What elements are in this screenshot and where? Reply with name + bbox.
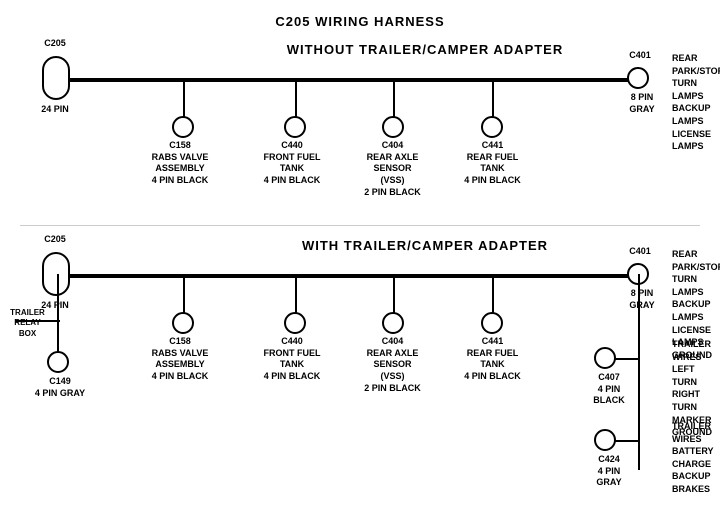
c404-stem-2 — [393, 275, 395, 313]
c407-h-stem — [615, 358, 639, 360]
c441-stem-1 — [492, 79, 494, 117]
c205-connector-1 — [42, 56, 70, 100]
c440-connector-2 — [284, 312, 306, 334]
c205-to-relay-v-stem — [57, 274, 59, 321]
c440-connector-1 — [284, 116, 306, 138]
trailer-relay-label: TRAILERRELAYBOX — [0, 308, 55, 339]
page-title: C205 WIRING HARNESS — [0, 6, 720, 29]
c404-connector-2 — [382, 312, 404, 334]
c407-label: C4074 PINBLACK — [589, 372, 629, 407]
bus-line-2 — [60, 274, 640, 278]
c424-h-stem — [615, 440, 639, 442]
c401-sublabel-2: 8 PINGRAY — [617, 288, 667, 311]
bus-line-1 — [60, 78, 640, 82]
c401-right-label-1: REAR PARK/STOPTURN LAMPSBACKUP LAMPSLICE… — [672, 52, 720, 153]
c149-connector — [47, 351, 69, 373]
c158-label-1: C158RABS VALVEASSEMBLY4 PIN BLACK — [150, 140, 210, 187]
c404-connector-1 — [382, 116, 404, 138]
c404-stem-1 — [393, 79, 395, 117]
c401-label-1: C401 — [620, 50, 660, 62]
c205-label-2: C205 — [30, 234, 80, 246]
c404-label-1: C404REAR AXLESENSOR(VSS)2 PIN BLACK — [360, 140, 425, 198]
c440-stem-1 — [295, 79, 297, 117]
c158-stem-2 — [183, 275, 185, 313]
c401-sublabel-1: 8 PINGRAY — [617, 92, 667, 115]
c441-connector-1 — [481, 116, 503, 138]
c440-label-2: C440FRONT FUELTANK4 PIN BLACK — [262, 336, 322, 383]
c440-label-1: C440FRONT FUELTANK4 PIN BLACK — [262, 140, 322, 187]
c205-sublabel-1: 24 PIN — [30, 104, 80, 116]
c149-v-stem — [57, 320, 59, 352]
c205-connector-2 — [42, 252, 70, 296]
c401-label-2: C401 — [620, 246, 660, 258]
diagram: C205 WIRING HARNESS WITHOUT TRAILER/CAMP… — [0, 0, 720, 500]
c158-connector-1 — [172, 116, 194, 138]
c404-label-2: C404REAR AXLESENSOR(VSS)2 PIN BLACK — [360, 336, 425, 394]
c424-label: C4244 PINGRAY — [589, 454, 629, 489]
c401-connector-1 — [627, 67, 649, 89]
c424-right-label: TRAILER WIRESBATTERY CHARGEBACKUPBRAKES — [672, 420, 720, 496]
c205-label-1: C205 — [30, 38, 80, 50]
c149-label: C1494 PIN GRAY — [30, 376, 90, 399]
c441-label-2: C441REAR FUELTANK4 PIN BLACK — [460, 336, 525, 383]
c158-label-2: C158RABS VALVEASSEMBLY4 PIN BLACK — [150, 336, 210, 383]
c424-connector — [594, 429, 616, 451]
c440-stem-2 — [295, 275, 297, 313]
c441-stem-2 — [492, 275, 494, 313]
c441-label-1: C441REAR FUELTANK4 PIN BLACK — [460, 140, 525, 187]
c441-connector-2 — [481, 312, 503, 334]
c158-stem-1 — [183, 79, 185, 117]
c158-connector-2 — [172, 312, 194, 334]
c407-connector — [594, 347, 616, 369]
section-divider — [20, 225, 700, 226]
